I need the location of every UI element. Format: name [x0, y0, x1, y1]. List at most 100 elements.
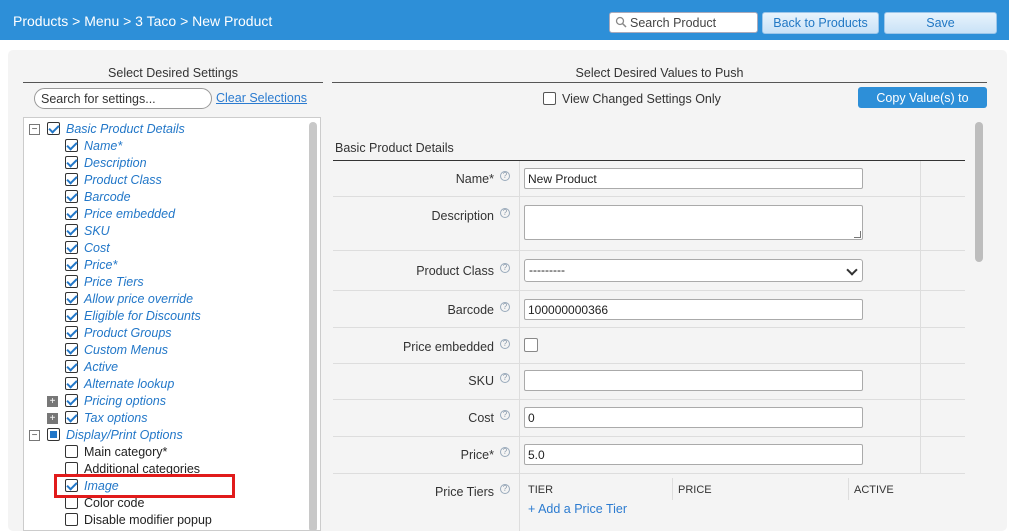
cost-label: Cost — [468, 411, 494, 425]
tree-item-eligible-for-discounts[interactable]: Eligible for Discounts — [65, 308, 300, 324]
tree-item-pricing-options[interactable]: Pricing options — [65, 393, 300, 409]
tree-item-label: Price* — [84, 258, 118, 272]
tree-item-alternate-lookup[interactable]: Alternate lookup — [65, 376, 300, 392]
view-changed-only-checkbox[interactable] — [543, 92, 556, 105]
tree-item-label: Price Tiers — [84, 275, 144, 289]
help-icon[interactable]: ? — [500, 339, 510, 349]
row-divider — [333, 250, 965, 251]
name-input[interactable] — [524, 168, 863, 189]
tree-checkbox[interactable] — [65, 207, 78, 220]
tree-checkbox[interactable] — [65, 326, 78, 339]
product-search[interactable] — [609, 12, 758, 33]
tree-item-active[interactable]: Active — [65, 359, 300, 375]
help-icon[interactable]: ? — [500, 302, 510, 312]
tree-checkbox[interactable] — [65, 513, 78, 526]
help-icon[interactable]: ? — [500, 263, 510, 273]
right-panel-title: Select Desired Values to Push — [575, 66, 744, 80]
tree-checkbox[interactable] — [65, 360, 78, 373]
price-tiers-label: Price Tiers — [434, 485, 494, 499]
left-panel-title: Select Desired Settings — [108, 66, 238, 80]
back-to-products-button[interactable]: Back to Products — [762, 12, 879, 34]
resize-grip-icon[interactable] — [854, 231, 861, 238]
product-class-label: Product Class — [416, 264, 494, 278]
help-icon[interactable]: ? — [500, 208, 510, 218]
tree-item-basic-product-details[interactable]: Basic Product Details — [47, 121, 300, 137]
tree-checkbox[interactable] — [65, 275, 78, 288]
collapse-icon[interactable]: − — [29, 124, 40, 135]
tree-item-price[interactable]: Price* — [65, 257, 300, 273]
help-icon[interactable]: ? — [500, 171, 510, 181]
form-scrollbar[interactable] — [975, 122, 983, 262]
tree-checkbox[interactable] — [65, 190, 78, 203]
row-divider — [333, 473, 965, 474]
tree-item-label: Cost — [84, 241, 110, 255]
tree-item-label: SKU — [84, 224, 110, 238]
tree-checkbox[interactable] — [65, 258, 78, 271]
barcode-input[interactable] — [524, 299, 863, 320]
clear-selections-link[interactable]: Clear Selections — [216, 91, 307, 105]
tree-checkbox[interactable] — [65, 173, 78, 186]
tree-checkbox[interactable] — [65, 241, 78, 254]
tree-item-sku[interactable]: SKU — [65, 223, 300, 239]
tree-item-label: Eligible for Discounts — [84, 309, 201, 323]
tree-item-product-groups[interactable]: Product Groups — [65, 325, 300, 341]
tree-item-cost[interactable]: Cost — [65, 240, 300, 256]
tree-scrollbar[interactable] — [309, 122, 317, 530]
help-icon[interactable]: ? — [500, 484, 510, 494]
row-divider — [333, 327, 965, 328]
tree-item-disable-modifier-popup[interactable]: Disable modifier popup — [65, 512, 300, 528]
add-price-tier-link[interactable]: + Add a Price Tier — [528, 502, 627, 516]
expand-icon[interactable]: + — [47, 396, 58, 407]
tree-checkbox[interactable] — [65, 411, 78, 424]
tree-checkbox[interactable] — [65, 139, 78, 152]
tree-checkbox[interactable] — [47, 122, 60, 135]
expand-icon[interactable]: + — [47, 413, 58, 424]
tree-item-description[interactable]: Description — [65, 155, 300, 171]
settings-search-input[interactable] — [34, 88, 212, 109]
row-divider — [333, 196, 965, 197]
help-icon[interactable]: ? — [500, 373, 510, 383]
product-class-select[interactable]: --------- — [524, 259, 863, 282]
price-column-header: PRICE — [678, 484, 712, 496]
help-icon[interactable]: ? — [500, 410, 510, 420]
tree-checkbox[interactable] — [65, 292, 78, 305]
copy-values-button[interactable]: Copy Value(s) to — [858, 87, 987, 108]
breadcrumb: Products > Menu > 3 Taco > New Product — [13, 13, 273, 29]
tree-item-price-embedded[interactable]: Price embedded — [65, 206, 300, 222]
save-button[interactable]: Save — [884, 12, 997, 34]
tree-checkbox[interactable] — [65, 224, 78, 237]
tree-checkbox[interactable] — [65, 445, 78, 458]
tree-item-barcode[interactable]: Barcode — [65, 189, 300, 205]
tree-item-allow-price-override[interactable]: Allow price override — [65, 291, 300, 307]
price-input[interactable] — [524, 444, 863, 465]
row-divider — [333, 363, 965, 364]
collapse-icon[interactable]: − — [29, 430, 40, 441]
active-column-header: ACTIVE — [854, 484, 894, 496]
cost-input[interactable] — [524, 407, 863, 428]
tree-item-main-category[interactable]: Main category* — [65, 444, 300, 460]
price-embedded-checkbox[interactable] — [524, 338, 538, 352]
tree-item-name[interactable]: Name* — [65, 138, 300, 154]
tree-item-label: Main category* — [84, 445, 168, 459]
tree-item-custom-menus[interactable]: Custom Menus — [65, 342, 300, 358]
description-textarea[interactable] — [524, 205, 863, 240]
tree-checkbox[interactable] — [65, 309, 78, 322]
form-column-divider — [920, 161, 921, 474]
sku-input[interactable] — [524, 370, 863, 391]
product-search-input[interactable] — [630, 14, 755, 31]
tree-item-price-tiers[interactable]: Price Tiers — [65, 274, 300, 290]
tree-checkbox[interactable] — [65, 377, 78, 390]
help-icon[interactable]: ? — [500, 447, 510, 457]
tree-checkbox[interactable] — [47, 428, 60, 441]
tree-item-label: Product Class — [84, 173, 162, 187]
tree-item-tax-options[interactable]: Tax options — [65, 410, 300, 426]
tree-item-display-print-options[interactable]: Display/Print Options — [47, 427, 300, 443]
tree-checkbox[interactable] — [65, 343, 78, 356]
tree-item-label: Basic Product Details — [66, 122, 185, 136]
tree-item-label: Price embedded — [84, 207, 176, 221]
tree-item-product-class[interactable]: Product Class — [65, 172, 300, 188]
highlight-box — [54, 474, 235, 498]
tree-checkbox[interactable] — [65, 156, 78, 169]
view-changed-only-label: View Changed Settings Only — [562, 92, 721, 106]
tree-checkbox[interactable] — [65, 394, 78, 407]
